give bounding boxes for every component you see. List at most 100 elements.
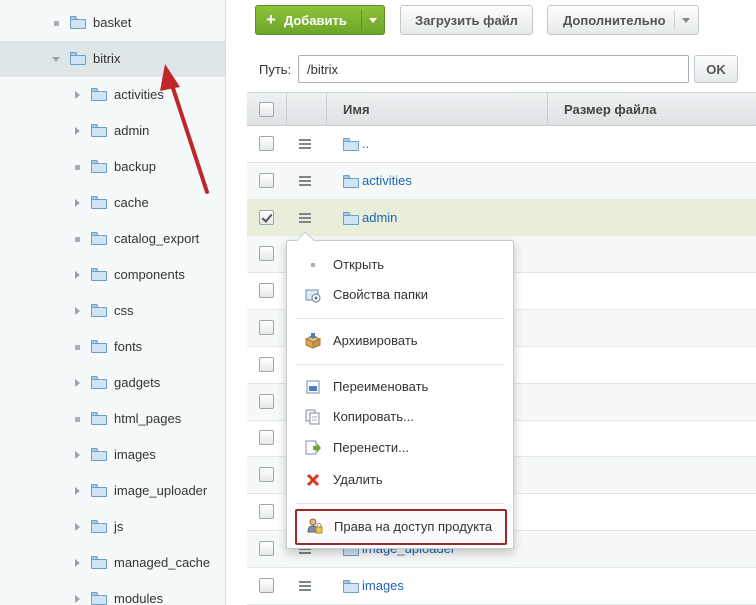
more-button[interactable]: Дополнительно xyxy=(547,5,699,35)
column-header-size[interactable]: Размер файла xyxy=(564,93,657,126)
tree-item-css[interactable]: css xyxy=(0,293,225,329)
row-checkbox[interactable] xyxy=(259,246,274,261)
row-name-link[interactable]: admin xyxy=(362,200,397,236)
row-name-link[interactable]: .. xyxy=(362,126,369,162)
tree-item-html-pages[interactable]: html_pages xyxy=(0,401,225,437)
table-row[interactable]: admin xyxy=(247,200,756,237)
expand-toggle-icon[interactable] xyxy=(71,365,83,401)
menu-item-archive[interactable]: Архивировать xyxy=(287,326,513,356)
row-name-link[interactable]: images xyxy=(362,568,404,604)
expand-toggle-icon[interactable] xyxy=(71,293,83,329)
tree-item-components[interactable]: components xyxy=(0,257,225,293)
tree-item-basket[interactable]: basket xyxy=(0,5,225,41)
tree-item-label: admin xyxy=(114,123,150,138)
tree-item-fonts[interactable]: fonts xyxy=(0,329,225,365)
header-divider xyxy=(286,93,287,126)
add-button-label: Добавить xyxy=(283,12,347,28)
row-checkbox[interactable] xyxy=(259,541,274,556)
row-actions-menu-icon[interactable] xyxy=(299,139,311,149)
expand-toggle-icon[interactable] xyxy=(71,473,83,509)
upload-file-button[interactable]: Загрузить файл xyxy=(400,5,533,35)
row-checkbox[interactable] xyxy=(259,320,274,335)
menu-item-delete[interactable]: Удалить xyxy=(287,465,513,495)
tree-item-catalog-export[interactable]: catalog_export xyxy=(0,221,225,257)
collapse-toggle-icon[interactable] xyxy=(50,41,62,77)
select-all-checkbox[interactable] xyxy=(259,102,274,117)
folder-icon xyxy=(91,592,107,605)
menu-item-rename[interactable]: Переименовать xyxy=(287,372,513,402)
menu-item-label: Архивировать xyxy=(333,333,418,348)
folder-icon xyxy=(70,16,86,29)
copy-icon xyxy=(305,409,321,425)
expand-toggle-icon[interactable] xyxy=(71,545,83,581)
expand-toggle-icon[interactable] xyxy=(71,509,83,545)
tree-item-label: cache xyxy=(114,195,149,210)
menu-item-label: Свойства папки xyxy=(333,287,428,302)
row-checkbox[interactable] xyxy=(259,578,274,593)
tree-item-label: catalog_export xyxy=(114,231,200,246)
more-button-label: Дополнительно xyxy=(563,12,666,28)
tree-item-label: html_pages xyxy=(114,411,182,426)
tree-item-label: modules xyxy=(114,591,164,605)
row-checkbox[interactable] xyxy=(259,504,274,519)
row-actions-menu-icon[interactable] xyxy=(299,581,311,591)
tree-item-managed-cache[interactable]: managed_cache xyxy=(0,545,225,581)
menu-item-label: Переименовать xyxy=(333,379,429,394)
menu-item-folder-properties[interactable]: Свойства папки xyxy=(287,280,513,310)
menu-item-move[interactable]: Перенести... xyxy=(287,433,513,463)
menu-item-copy[interactable]: Копировать... xyxy=(287,402,513,432)
expand-toggle-icon[interactable] xyxy=(71,257,83,293)
chevron-down-icon[interactable] xyxy=(369,18,377,23)
context-menu: Открыть Свойства папки Архивировать Пере… xyxy=(286,240,514,549)
chevron-down-icon[interactable] xyxy=(682,18,690,23)
column-header-name[interactable]: Имя xyxy=(343,93,370,126)
table-row[interactable]: images xyxy=(247,568,756,605)
tree-item-image-uploader[interactable]: image_uploader xyxy=(0,473,225,509)
annotation-arrow xyxy=(160,64,209,194)
ok-button[interactable]: OK xyxy=(694,55,738,83)
path-input[interactable] xyxy=(298,55,689,83)
row-checkbox[interactable] xyxy=(259,283,274,298)
row-checkbox[interactable] xyxy=(259,173,274,188)
archive-box-icon xyxy=(304,333,322,349)
expand-toggle-icon[interactable] xyxy=(71,113,83,149)
folder-icon xyxy=(91,556,107,569)
tree-item-label: js xyxy=(114,519,124,534)
table-row[interactable]: activities xyxy=(247,163,756,200)
row-checkbox[interactable] xyxy=(259,357,274,372)
folder-icon xyxy=(70,52,86,65)
row-checkbox[interactable] xyxy=(259,430,274,445)
move-icon xyxy=(305,440,321,456)
expand-toggle-icon[interactable] xyxy=(71,77,83,113)
tree-item-modules[interactable]: modules xyxy=(0,581,225,605)
menu-item-access-rights[interactable]: Права на доступ продукта xyxy=(295,509,507,545)
tree-item-label: managed_cache xyxy=(114,555,211,570)
row-checkbox[interactable] xyxy=(259,467,274,482)
expand-toggle-icon[interactable] xyxy=(71,437,83,473)
menu-item-label: Удалить xyxy=(333,472,383,487)
plus-icon: + xyxy=(266,10,276,29)
tree-item-images[interactable]: images xyxy=(0,437,225,473)
row-checkbox[interactable] xyxy=(259,210,274,225)
row-actions-menu-icon[interactable] xyxy=(299,213,311,223)
row-checkbox[interactable] xyxy=(259,394,274,409)
tree-item-gadgets[interactable]: gadgets xyxy=(0,365,225,401)
folder-icon xyxy=(91,268,107,281)
menu-item-open[interactable]: Открыть xyxy=(287,250,513,280)
expand-toggle-icon[interactable] xyxy=(71,185,83,221)
folder-icon xyxy=(91,304,107,317)
tree-item-js[interactable]: js xyxy=(0,509,225,545)
row-actions-menu-icon[interactable] xyxy=(299,176,311,186)
path-label: Путь: xyxy=(259,62,292,77)
row-name-link[interactable]: activities xyxy=(362,163,412,199)
tree-item-label: basket xyxy=(93,15,132,30)
table-row[interactable]: .. xyxy=(247,126,756,163)
add-button[interactable]: + Добавить xyxy=(255,5,385,35)
folder-icon xyxy=(91,232,107,245)
leaf-bullet-icon xyxy=(71,329,83,365)
folder-icon xyxy=(91,412,107,425)
expand-toggle-icon[interactable] xyxy=(71,581,83,605)
folder-icon xyxy=(343,175,359,188)
row-checkbox[interactable] xyxy=(259,136,274,151)
bullet-icon xyxy=(305,257,321,273)
